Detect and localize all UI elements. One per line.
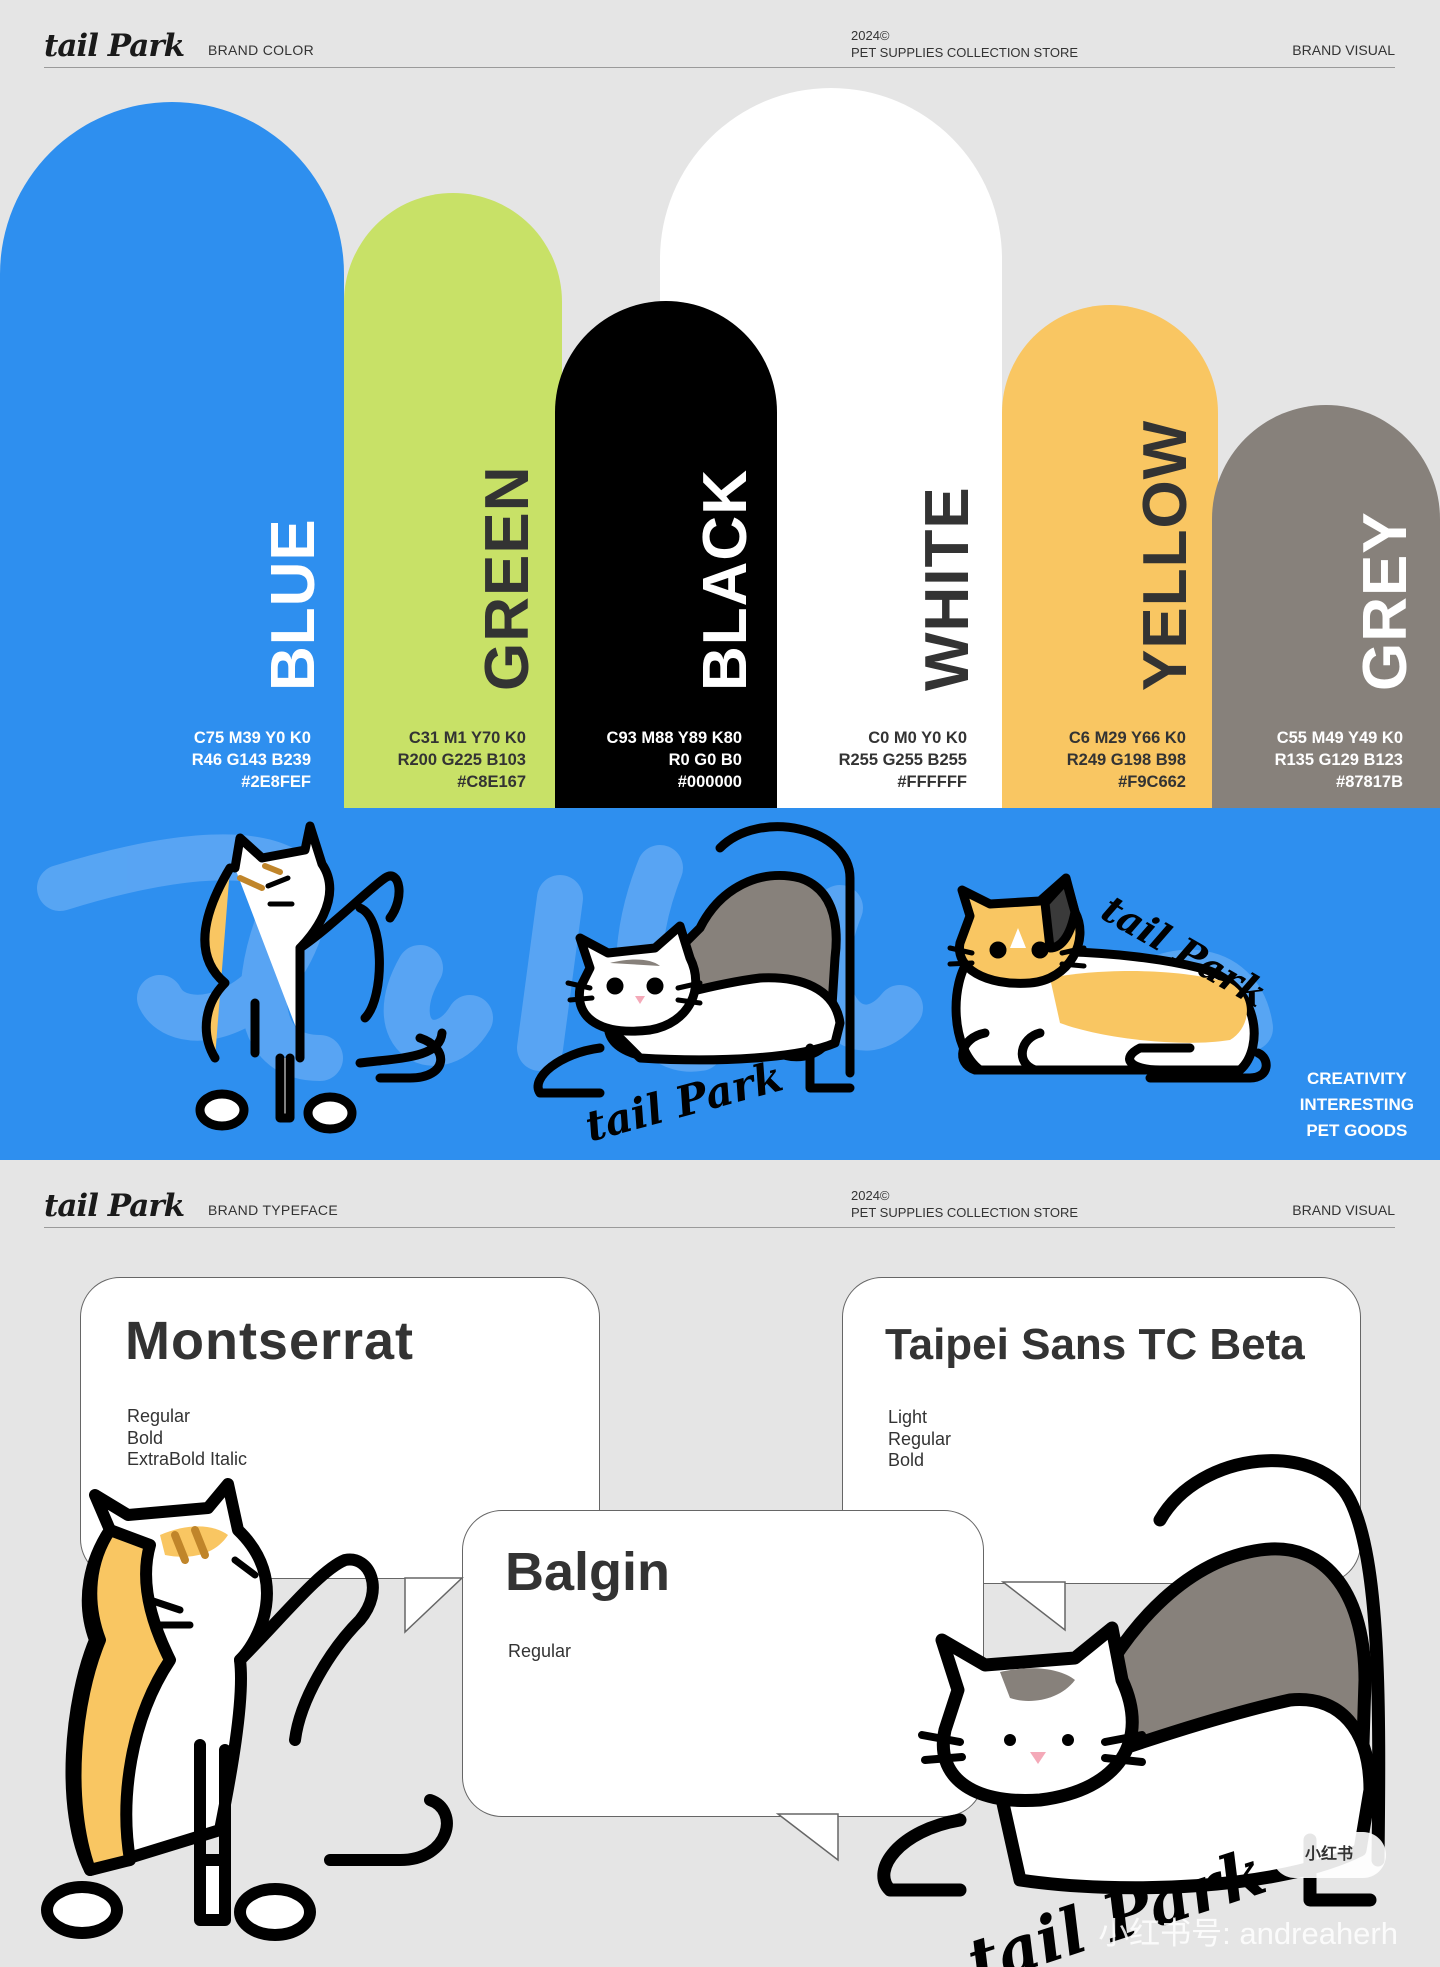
cmyk-value: C31 M1 Y70 K0 [408,729,526,747]
color-name-blue: BLUE [259,518,328,691]
color-codes-blue: C75 M39 Y0 K0 R46 G143 B239 #2E8FEF [111,727,311,793]
hex-value: #FFFFFF [897,773,967,791]
banner-slogan: CREATIVITY INTERESTING PET GOODS [1300,1066,1414,1144]
color-codes-grey: C55 M49 Y49 K0 R135 G129 B123 #87817B [1203,727,1403,793]
color-name-black: BLACK [691,469,760,691]
store-info: 2024© PET SUPPLIES COLLECTION STORE [851,1187,1078,1221]
brand-color-palette: BLUE GREEN BLACK WHITE YELLOW GREY C75 M… [0,0,1440,808]
color-name-yellow: YELLOW [1131,419,1200,691]
hex-value: #2E8FEF [241,773,311,791]
rgb-value: R46 G143 B239 [191,751,311,769]
brand-visual-label: BRAND VISUAL [1292,1202,1395,1218]
color-codes-black: C93 M88 Y89 K80 R0 G0 B0 #000000 [542,727,742,793]
brand-typeface-header: tail Park BRAND TYPEFACE 2024© PET SUPPL… [44,1182,1395,1228]
grey-cat-icon [533,822,855,1098]
color-arch-blue [0,102,344,808]
hex-value: #F9C662 [1118,773,1186,791]
hex-value: #87817B [1336,773,1403,791]
watermark-badge: 小红书 [1272,1832,1386,1878]
cmyk-value: C6 M29 Y66 K0 [1068,729,1186,747]
bubble-tail-taipei [1000,1581,1066,1632]
year-label: 2024© [851,1188,890,1203]
style-regular: Regular [127,1406,191,1426]
rgb-value: R135 G129 B123 [1274,751,1403,769]
typeface-styles: Light Regular Bold [888,1407,951,1472]
cmyk-value: C75 M39 Y0 K0 [193,729,311,747]
cmyk-value: C93 M88 Y89 K80 [606,729,742,747]
store-label: PET SUPPLIES COLLECTION STORE [851,1205,1079,1220]
slogan-line-1: CREATIVITY [1306,1069,1407,1088]
bubble-tail-balgin [775,1813,839,1862]
color-codes-green: C31 M1 Y70 K0 R200 G225 B103 #C8E167 [326,727,526,793]
rgb-value: R255 G255 B255 [838,751,967,769]
color-name-grey: GREY [1351,511,1420,691]
slogan-line-2: INTERESTING [1299,1095,1414,1114]
typeface-name: Balgin [505,1542,671,1602]
typeface-name: Taipei Sans TC Beta [885,1320,1305,1369]
bubble-tail-montserrat [404,1577,464,1634]
mascot-banner: tail Park tail Park CREATIVITY INTERESTI… [0,808,1440,1160]
section-label: BRAND TYPEFACE [208,1202,338,1218]
rgb-value: R249 G198 B98 [1066,751,1186,769]
typeface-styles: Regular Bold ExtraBold Italic [127,1406,247,1471]
color-name-white: WHITE [913,486,982,691]
color-codes-white: C0 M0 Y0 K0 R255 G255 B255 #FFFFFF [767,727,967,793]
rgb-value: R200 G225 B103 [397,751,526,769]
cmyk-value: C55 M49 Y49 K0 [1276,729,1403,747]
hex-value: #C8E167 [457,773,526,791]
style-bold: Bold [888,1450,925,1470]
style-bold: Bold [127,1427,164,1448]
typeface-name: Montserrat [125,1311,415,1371]
hex-value: #000000 [677,773,742,791]
style-light: Light [888,1407,928,1427]
tail-park-logo: tail Park [44,1188,185,1224]
style-regular: Regular [888,1428,952,1449]
slogan-line-3: PET GOODS [1306,1121,1408,1140]
typeface-card-balgin: Balgin Regular [462,1510,984,1817]
color-name-green: GREEN [473,465,542,691]
banner-illustration: tail Park tail Park [37,821,1275,1151]
color-codes-yellow: C6 M29 Y66 K0 R249 G198 B98 #F9C662 [986,727,1186,793]
typeface-styles: Regular [508,1641,571,1663]
watermark-text: 小红书号: andreaherh [1098,1916,1398,1951]
rgb-value: R0 G0 B0 [668,751,742,769]
cmyk-value: C0 M0 Y0 K0 [868,729,967,747]
style-extrabold-italic: ExtraBold Italic [127,1449,248,1469]
style-regular: Regular [508,1641,572,1661]
